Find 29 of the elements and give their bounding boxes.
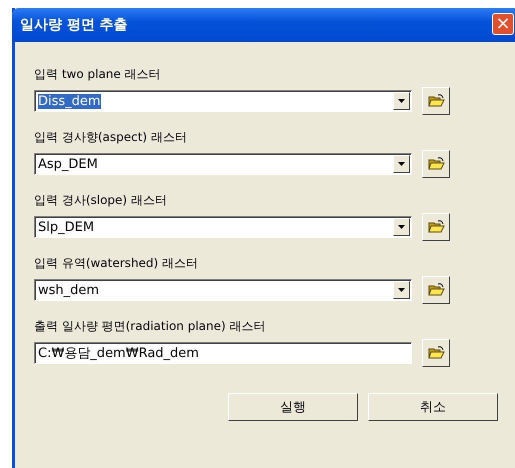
browse-button[interactable] — [422, 87, 450, 115]
browse-button[interactable] — [422, 276, 450, 304]
field-value: C:₩용담_dem₩Rad_dem — [38, 346, 199, 360]
browse-button[interactable] — [422, 150, 450, 178]
folder-icon — [428, 283, 444, 297]
output-path-field[interactable]: C:₩용담_dem₩Rad_dem — [34, 342, 412, 364]
field-value: Asp_DEM — [38, 156, 98, 172]
field-value: wsh_dem — [38, 282, 100, 298]
dialog-button[interactable]: 실행 — [228, 393, 358, 421]
browse-button[interactable] — [422, 213, 450, 241]
field-label: 입력 경사향(aspect) 래스터 — [34, 129, 188, 146]
field-value: Slp_DEM — [38, 220, 94, 234]
field-label: 출력 일사량 평면(radiation plane) 래스터 — [34, 318, 266, 335]
field-label: 입력 유역(watershed) 래스터 — [34, 255, 200, 272]
close-button[interactable]: × — [492, 13, 514, 35]
raster-dropdown[interactable]: Asp_DEM — [34, 153, 412, 175]
field-label: 입력 two plane 래스터 — [34, 66, 162, 83]
folder-icon — [428, 346, 444, 360]
folder-icon — [428, 94, 444, 108]
raster-dropdown[interactable]: Diss_dem — [34, 90, 412, 112]
folder-icon — [428, 220, 444, 234]
field-value: Diss_dem — [38, 94, 101, 108]
window-title: 일사량 평면 추출 — [20, 16, 128, 34]
field-label: 입력 경사(slope) 래스터 — [34, 192, 168, 209]
raster-dropdown[interactable]: Slp_DEM — [34, 216, 412, 238]
folder-icon — [428, 157, 444, 171]
browse-button[interactable] — [422, 339, 450, 367]
dialog-button[interactable]: 취소 — [368, 393, 498, 421]
raster-dropdown[interactable]: wsh_dem — [34, 279, 412, 301]
